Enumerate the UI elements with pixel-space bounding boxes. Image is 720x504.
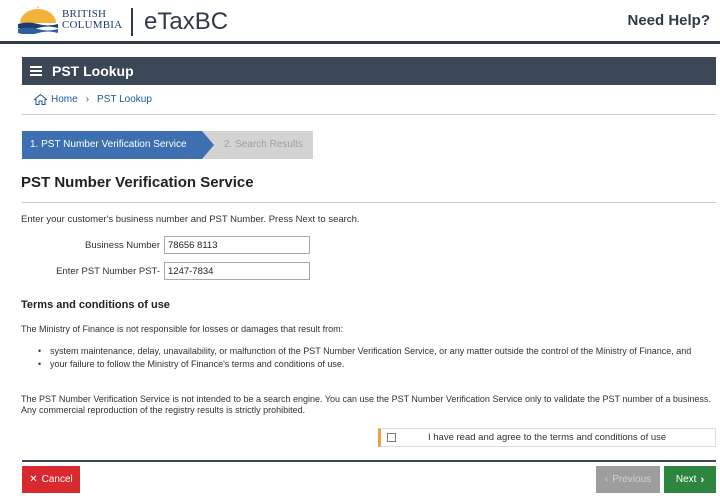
chevron-right-icon: › <box>700 473 705 486</box>
chevron-left-icon: ‹ <box>604 474 609 485</box>
terms-disclaimer: The PST Number Verification Service is n… <box>21 394 711 415</box>
header-divider <box>131 8 133 36</box>
section-title: PST Lookup <box>52 63 134 79</box>
menu-icon[interactable] <box>30 66 42 76</box>
step-verification-service: 1. PST Number Verification Service <box>22 131 202 159</box>
pst-number-row: Enter PST Number PST- <box>21 262 310 280</box>
breadcrumb: Home › PST Lookup <box>34 94 152 105</box>
breadcrumb-separator: › <box>85 94 90 105</box>
step-search-results: 2. Search Results <box>214 131 313 159</box>
home-icon <box>34 94 47 105</box>
bc-logo[interactable]: BRITISH COLUMBIA <box>18 6 122 34</box>
cancel-button[interactable]: ✕ Cancel <box>22 466 80 493</box>
cancel-label: Cancel <box>41 474 73 485</box>
pst-number-label: Enter PST Number PST- <box>56 265 160 277</box>
terms-intro: The Ministry of Finance is not responsib… <box>21 324 344 334</box>
bottom-rule <box>22 460 716 462</box>
app-title: eTaxBC <box>144 8 229 35</box>
previous-button[interactable]: ‹ Previous <box>596 466 660 493</box>
need-help-link[interactable]: Need Help? <box>627 12 710 29</box>
sun-logo-icon <box>18 6 58 34</box>
logo-line-2: COLUMBIA <box>62 19 123 31</box>
breadcrumb-current[interactable]: PST Lookup <box>97 94 152 105</box>
logo-wordmark: BRITISH COLUMBIA <box>62 9 122 31</box>
instructions-text: Enter your customer's business number an… <box>21 214 360 225</box>
agree-terms-box[interactable]: I have read and agree to the terms and c… <box>378 428 716 447</box>
agree-checkbox[interactable] <box>387 433 396 442</box>
agree-label[interactable]: I have read and agree to the terms and c… <box>428 432 666 443</box>
business-number-label: Business Number <box>85 239 160 251</box>
title-rule <box>22 202 716 203</box>
section-bar: PST Lookup <box>22 57 716 85</box>
top-header: BRITISH COLUMBIA eTaxBC Need Help? <box>0 0 720 44</box>
previous-label: Previous <box>612 474 652 485</box>
next-label: Next <box>675 474 697 485</box>
business-number-row: Business Number <box>21 236 310 254</box>
list-item: system maintenance, delay, unavailabilit… <box>38 346 710 357</box>
next-button[interactable]: Next › <box>664 466 716 493</box>
step-1-arrow <box>202 131 214 159</box>
business-number-input[interactable] <box>164 236 310 254</box>
list-item: your failure to follow the Ministry of F… <box>38 359 710 370</box>
breadcrumb-home[interactable]: Home <box>51 94 78 105</box>
terms-list: system maintenance, delay, unavailabilit… <box>38 346 710 371</box>
close-icon: ✕ <box>29 474 38 485</box>
pst-number-input[interactable] <box>164 262 310 280</box>
page-title: PST Number Verification Service <box>21 174 254 191</box>
terms-heading: Terms and conditions of use <box>21 299 170 311</box>
breadcrumb-rule <box>22 114 716 115</box>
